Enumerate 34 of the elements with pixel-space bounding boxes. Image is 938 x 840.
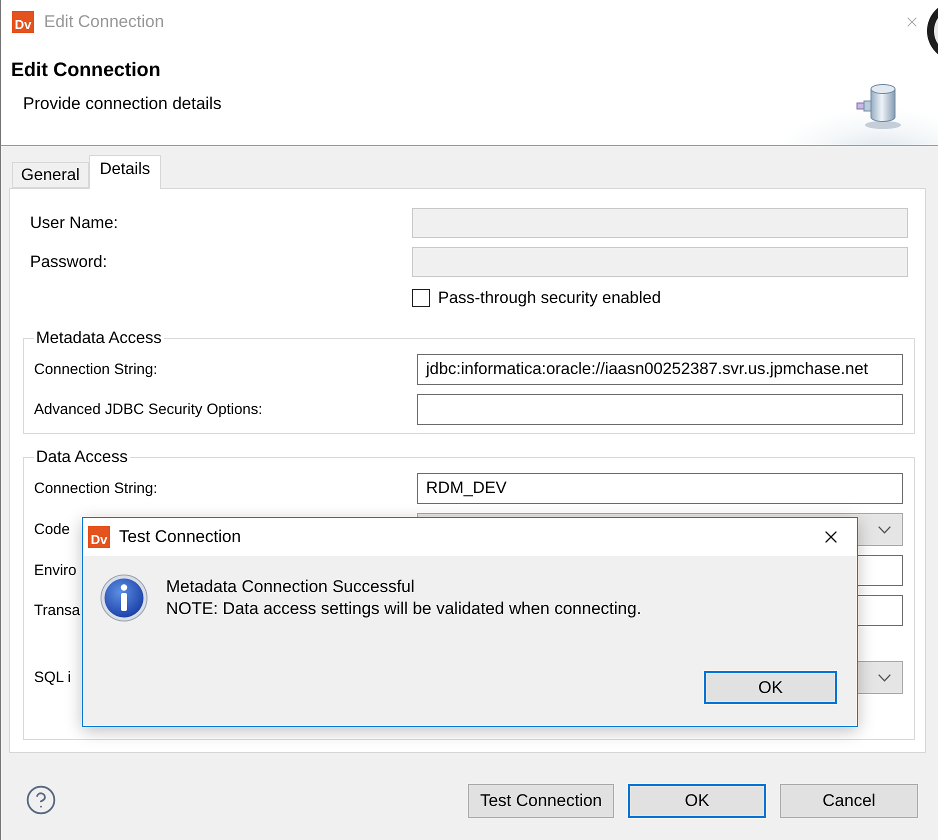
dialog-button[interactable]: Cancel: [780, 784, 918, 818]
help-icon[interactable]: [25, 784, 57, 816]
tab[interactable]: General: [12, 162, 89, 188]
chevron-down-icon: [878, 674, 891, 682]
group-title: Data Access: [35, 448, 129, 466]
text-field[interactable]: jdbc:informatica:oracle://iaasn00252387.svr.us.jpmchase.net: [417, 354, 903, 385]
field-label: Enviro: [34, 560, 77, 580]
info-icon: [100, 574, 148, 622]
group-title: Metadata Access: [35, 329, 163, 347]
field-label: Connection String:: [34, 478, 158, 498]
page-title: Edit Connection: [11, 58, 162, 82]
field-label: Code: [34, 520, 70, 540]
text-field[interactable]: RDM_DEV: [417, 473, 903, 504]
text-field[interactable]: [417, 394, 903, 425]
field-label: Connection String:: [34, 360, 158, 380]
field-label: Transa: [34, 600, 80, 620]
checkbox-label[interactable]: Pass-through security enabled: [438, 288, 661, 308]
checkbox[interactable]: [412, 289, 430, 307]
tab[interactable]: Details: [88, 155, 162, 189]
field-label: Advanced JDBC Security Options:: [34, 400, 262, 420]
window-title: Edit Connection: [44, 12, 164, 32]
dialog-title: Test Connection: [119, 527, 241, 547]
message-text: Metadata Connection Successful: [166, 576, 416, 598]
app-logo: Dv: [12, 11, 34, 33]
ok-button[interactable]: OK: [704, 671, 837, 704]
field-label: User Name:: [30, 213, 118, 233]
app-logo: Dv: [88, 526, 110, 548]
page-subtitle: Provide connection details: [22, 94, 222, 114]
message-text: NOTE: Data access settings will be validated when connecting.: [166, 598, 642, 620]
dialog-button[interactable]: OK: [628, 784, 766, 818]
dialog-button[interactable]: Test Connection: [468, 784, 614, 818]
chevron-down-icon: [878, 526, 891, 534]
field-label: Password:: [30, 252, 108, 272]
field-label: SQL i: [34, 668, 71, 688]
